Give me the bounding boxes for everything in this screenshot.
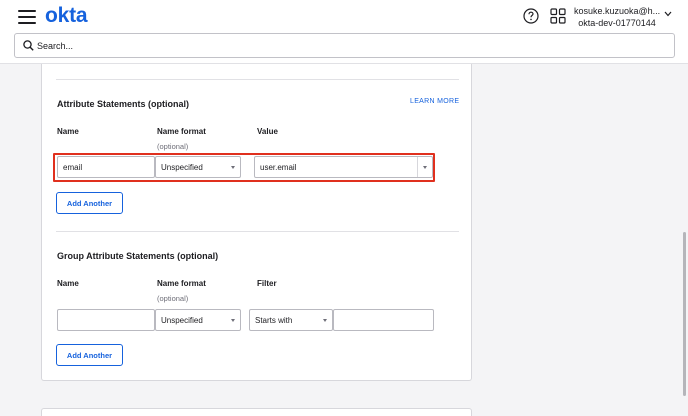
name-format-column-label: Name format xyxy=(157,127,206,136)
user-org: okta-dev-01770144 xyxy=(578,18,656,28)
filter-column-label: Filter xyxy=(257,279,277,288)
name-column-label: Name xyxy=(57,127,79,136)
attribute-name-format-select[interactable]: Unspecified xyxy=(155,156,241,178)
dropdown-arrow-icon xyxy=(231,319,235,322)
help-icon[interactable] xyxy=(523,8,539,24)
value-column-label: Value xyxy=(257,127,278,136)
apps-grid-icon[interactable] xyxy=(550,8,566,24)
filter-type-value: Starts with xyxy=(255,316,293,325)
group-name-format-optional-hint: (optional) xyxy=(157,294,189,303)
filter-value-input[interactable] xyxy=(333,309,434,331)
divider xyxy=(56,231,459,232)
add-another-group-button[interactable]: Add Another xyxy=(56,344,123,366)
learn-more-link[interactable]: LEARN MORE xyxy=(410,98,459,105)
add-another-attribute-button[interactable]: Add Another xyxy=(56,192,123,214)
attribute-value-combobox[interactable]: user.email xyxy=(254,156,433,178)
attribute-name-input[interactable]: email xyxy=(57,156,155,178)
search-icon xyxy=(23,40,34,51)
dropdown-arrow-icon[interactable] xyxy=(423,166,427,169)
group-attribute-statements-title: Group Attribute Statements (optional) xyxy=(57,251,219,261)
chevron-down-icon[interactable] xyxy=(664,11,672,17)
search-bar[interactable] xyxy=(14,33,675,58)
menu-icon[interactable] xyxy=(18,10,36,24)
group-name-format-select[interactable]: Unspecified xyxy=(155,309,241,331)
attribute-value-text: user.email xyxy=(260,163,297,172)
scrollbar[interactable] xyxy=(683,232,686,396)
attribute-name-format-value: Unspecified xyxy=(161,163,203,172)
search-input[interactable] xyxy=(37,37,657,55)
user-menu[interactable]: kosuke.kuzuoka@h... okta-dev-01770144 xyxy=(574,6,660,28)
dropdown-arrow-icon xyxy=(323,319,327,322)
top-bar: okta kosuke.kuzuoka@h... okta-dev-017701… xyxy=(0,0,688,64)
user-email: kosuke.kuzuoka@h... xyxy=(574,6,660,16)
group-name-format-column-label: Name format xyxy=(157,279,206,288)
name-format-optional-hint: (optional) xyxy=(157,142,189,151)
divider xyxy=(56,79,459,80)
group-name-input[interactable] xyxy=(57,309,155,331)
attribute-statements-title: Attribute Statements (optional) xyxy=(57,99,189,109)
group-name-format-value: Unspecified xyxy=(161,316,203,325)
group-name-column-label: Name xyxy=(57,279,79,288)
dropdown-arrow-icon xyxy=(231,166,235,169)
attribute-statements-card: Attribute Statements (optional) LEARN MO… xyxy=(41,64,472,381)
combobox-separator xyxy=(417,157,418,177)
filter-type-select[interactable]: Starts with xyxy=(249,309,333,331)
next-section-card xyxy=(41,408,472,416)
okta-logo[interactable]: okta xyxy=(45,4,88,28)
